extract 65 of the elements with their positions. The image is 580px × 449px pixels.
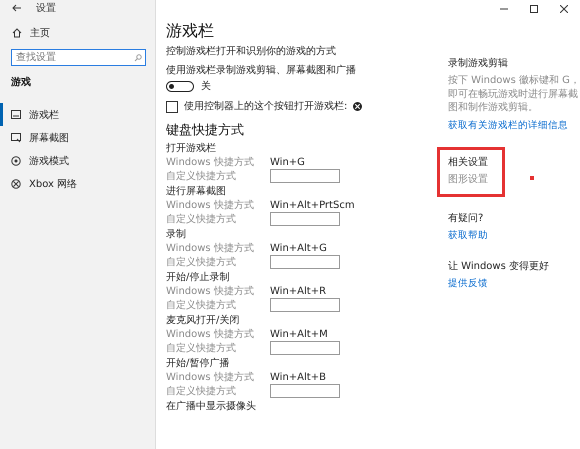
section-title: 键盘快捷方式 (166, 123, 245, 139)
toggle-state: 关 (201, 80, 211, 93)
shortcut-input-field[interactable] (270, 169, 340, 183)
shortcut-label: Windows 快捷方式 (166, 284, 255, 298)
panel-heading: 有疑问? (448, 212, 484, 224)
shortcut-label: Windows 快捷方式 (166, 198, 255, 212)
window-title: 设置 (36, 2, 56, 15)
shortcut-input-field[interactable] (270, 298, 340, 312)
shortcut-value: Win+Alt+G (270, 242, 327, 254)
screenshot-icon (11, 132, 21, 142)
nav-item[interactable]: 游戏模式 (0, 149, 155, 172)
checkbox-label: 使用控制器上的这个按钮打开游戏栏: (184, 100, 348, 113)
shortcut-input-field[interactable] (270, 255, 340, 269)
annotation-marker (530, 176, 534, 180)
shortcut-name: 开始/停止录制 (166, 271, 230, 284)
shortcut-label: Windows 快捷方式 (166, 242, 255, 254)
shortcut-name: 开始/暂停广播 (166, 357, 230, 370)
help-link[interactable]: 获取帮助 (448, 228, 580, 242)
nav-item[interactable]: Xbox 网络 (0, 172, 155, 195)
home-link[interactable]: 主页 (0, 26, 155, 40)
shortcut-label: Windows 快捷方式 (166, 156, 255, 168)
shortcut-name: 进行屏幕截图 (166, 185, 227, 198)
shortcut-input-field[interactable] (270, 384, 340, 398)
shortcut-value: Win+Alt+R (270, 284, 326, 298)
shortcut-name: 麦克风打开/关闭 (166, 314, 240, 327)
panel-heading: 相关设置 (448, 156, 488, 168)
maximize-icon[interactable] (530, 5, 538, 13)
panel-heading: 录制游戏剪辑 (448, 57, 509, 70)
shortcut-value: Win+G (270, 156, 305, 168)
page-description: 控制游戏栏打开和识别你的游戏的方式 (166, 45, 337, 58)
shortcut-name: 打开游戏栏 (166, 142, 217, 155)
help-link[interactable]: 获取有关游戏栏的详细信息 (448, 118, 580, 132)
nav-item[interactable]: 游戏栏 (0, 103, 155, 126)
search-icon (134, 54, 142, 62)
shortcut-label: 自定义快捷方式 (166, 212, 237, 226)
search-field[interactable]: 查找设置 (11, 49, 146, 66)
panel-heading: 让 Windows 变得更好 (448, 260, 550, 272)
home-icon (12, 28, 22, 38)
back-arrow-icon[interactable] (12, 4, 22, 12)
shortcut-value: Win+Alt+PrtScm (270, 198, 355, 212)
nav-item[interactable]: 屏幕截图 (0, 126, 155, 149)
gauge-icon (11, 156, 21, 166)
section-heading: 游戏 (10, 76, 32, 89)
help-link[interactable]: 提供反馈 (448, 276, 580, 290)
shortcut-label: 自定义快捷方式 (166, 298, 237, 312)
checkbox[interactable] (166, 100, 178, 112)
shortcut-label: 自定义快捷方式 (166, 256, 237, 268)
shortcut-label: 自定义快捷方式 (166, 342, 237, 354)
shortcut-name: 在广播中显示摄像头 (166, 400, 257, 413)
settings-link[interactable]: 图形设置 (448, 172, 488, 186)
page-title: 游戏栏 (166, 21, 215, 41)
toggle-label: 使用游戏栏录制游戏剪辑、屏幕截图和广播 (166, 64, 357, 77)
shortcut-label: Windows 快捷方式 (166, 328, 255, 340)
shortcut-name: 录制 (166, 228, 187, 241)
shortcut-input-field[interactable] (270, 341, 340, 355)
close-icon[interactable] (560, 5, 568, 13)
shortcut-value: Win+Alt+M (270, 328, 328, 340)
shortcut-input-field[interactable] (270, 212, 340, 226)
shortcut-label: 自定义快捷方式 (166, 384, 237, 398)
panel-text: 按下 Windows 徽标键和 G，即可在畅玩游戏时进行屏幕截图和制作游戏剪辑。 (448, 74, 580, 114)
toggle-switch[interactable] (166, 81, 194, 92)
shortcut-label: Windows 快捷方式 (166, 370, 255, 384)
shortcut-label: 自定义快捷方式 (166, 170, 237, 182)
monitor-icon (11, 110, 21, 119)
shortcut-value: Win+Alt+B (270, 370, 326, 384)
